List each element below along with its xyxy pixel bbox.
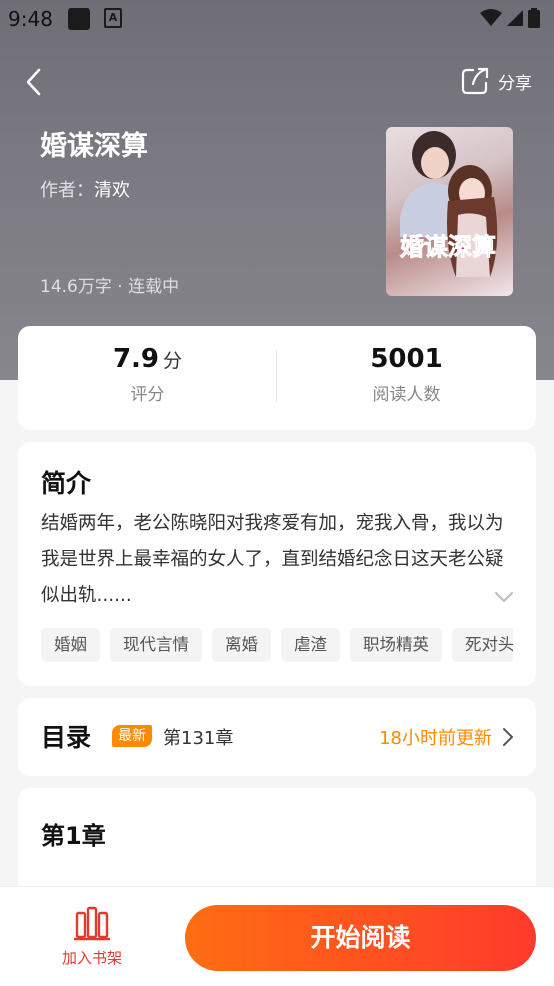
back-button[interactable] (18, 64, 48, 100)
tag-item[interactable]: 职场精英 (350, 628, 442, 662)
battery-icon (528, 8, 540, 28)
notification-a-icon: A (104, 8, 122, 28)
bottom-action-bar: 加入书架 开始阅读 (0, 886, 554, 986)
rating-unit: 分 (163, 350, 183, 372)
add-to-shelf-label: 加入书架 (61, 949, 122, 967)
readers-stat: 5001 阅读人数 (277, 344, 536, 405)
latest-badge: 最新 (112, 725, 152, 747)
tag-item[interactable]: 现代言情 (110, 628, 202, 662)
signal-icon (507, 10, 523, 26)
cover-title-text: 婚谋深算 (400, 232, 496, 261)
expand-intro-button[interactable] (494, 588, 514, 607)
author-row: 作者：清欢 (40, 176, 130, 202)
tag-list: 婚姻 现代言情 离婚 虐渣 职场精英 死对头 (41, 628, 513, 664)
rating-value: 7.9 (112, 344, 160, 374)
chevron-down-icon (495, 592, 513, 602)
author-prefix: 作者： (40, 180, 94, 201)
share-icon (461, 67, 489, 95)
stats-card: 7.9 分 评分 5001 阅读人数 (18, 326, 536, 430)
latest-chapter: 第131章 (163, 728, 234, 749)
share-button[interactable]: 分享 (460, 66, 532, 96)
book-title: 婚谋深算 (40, 131, 148, 162)
bookshelf-icon (73, 906, 111, 941)
toc-title: 目录 (41, 723, 92, 752)
start-reading-button[interactable]: 开始阅读 (185, 905, 536, 971)
intro-title: 简介 (41, 469, 92, 498)
tag-item[interactable]: 离婚 (212, 628, 271, 662)
intro-text[interactable]: 结婚两年，老公陈晓阳对我疼爱有加，宠我入骨，我以为我是世界上最幸福的女人了，直到… (41, 506, 513, 614)
tag-item[interactable]: 婚姻 (41, 628, 100, 662)
readers-value: 5001 (370, 344, 443, 374)
rating-label: 评分 (130, 385, 165, 405)
tag-item[interactable]: 死对头 (452, 628, 513, 662)
book-meta: 14.6万字 · 连载中 (40, 277, 180, 297)
chapter-title: 第1章 (41, 822, 106, 850)
status-time: 9:48 (8, 7, 53, 31)
add-to-shelf-button[interactable]: 加入书架 (50, 905, 134, 968)
rating-stat: 7.9 分 评分 (18, 344, 277, 405)
intro-card: 简介 结婚两年，老公陈晓阳对我疼爱有加，宠我入骨，我以为我是世界上最幸福的女人了… (18, 442, 536, 686)
author-name[interactable]: 清欢 (94, 180, 130, 201)
chevron-left-icon (26, 68, 41, 96)
status-icons (480, 8, 540, 28)
tag-item[interactable]: 虐渣 (281, 628, 340, 662)
notification-app-icon (68, 8, 90, 30)
table-of-contents-row[interactable]: 目录 最新 第131章 18小时前更新 (18, 698, 536, 776)
share-label: 分享 (498, 73, 532, 94)
status-bar: 9:48 A (0, 0, 554, 38)
wifi-icon (480, 9, 502, 26)
book-cover[interactable]: 婚谋深算 (386, 127, 513, 296)
cover-illustration: 婚谋深算 (400, 131, 498, 277)
chevron-right-icon (503, 728, 513, 746)
update-time: 18小时前更新 (379, 728, 492, 749)
readers-label: 阅读人数 (372, 385, 441, 405)
